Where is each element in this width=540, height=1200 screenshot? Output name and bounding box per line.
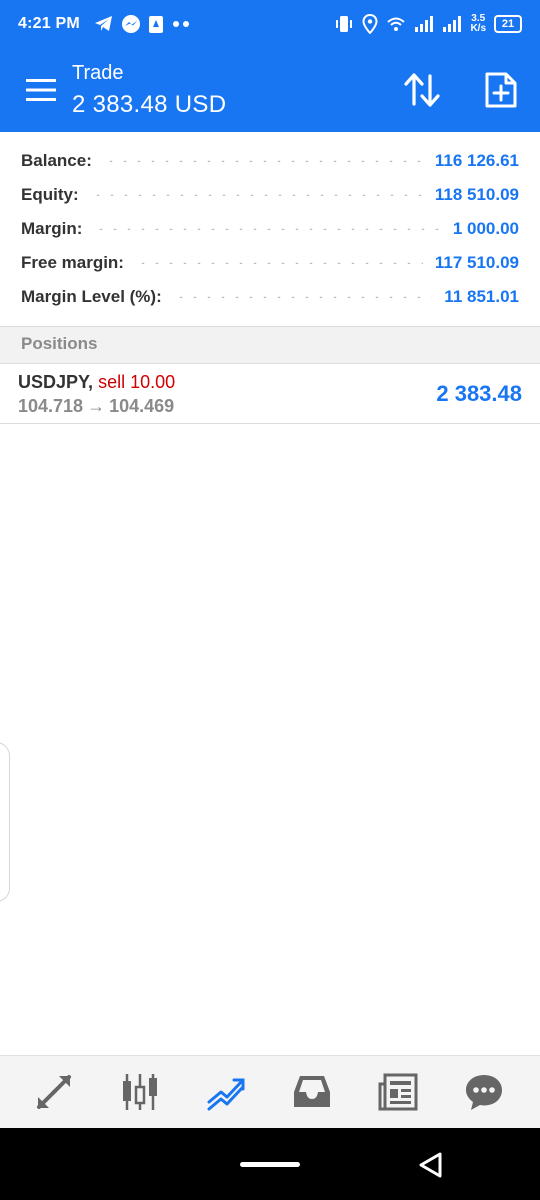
account-summary: Balance: 116 126.61 Equity: 118 510.09 M… bbox=[0, 144, 540, 314]
wifi-icon bbox=[387, 17, 406, 31]
open-price: 104.718 bbox=[18, 396, 84, 416]
summary-value: 116 126.61 bbox=[434, 151, 519, 170]
inbox-history-icon bbox=[294, 1076, 330, 1107]
vibrate-icon bbox=[336, 16, 353, 32]
summary-label: Balance: bbox=[21, 151, 92, 170]
position-profit: 2 383.48 bbox=[436, 381, 522, 406]
chat-bubble-icon bbox=[466, 1075, 502, 1110]
location-icon bbox=[362, 14, 378, 34]
nav-chat[interactable] bbox=[464, 1072, 504, 1112]
messenger-icon bbox=[121, 15, 140, 33]
summary-value: 1 000.00 bbox=[452, 219, 519, 238]
toolbar-amount: 2 383.48 USD bbox=[72, 91, 227, 118]
position-side-volume: sell 10.00 bbox=[98, 372, 176, 392]
price-arrow: → bbox=[87, 396, 106, 416]
position-title: USDJPY, sell 10.00 bbox=[18, 372, 175, 393]
summary-row-free-margin: Free margin: 117 510.09 bbox=[0, 246, 540, 280]
summary-row-margin-level: Margin Level (%): 11 851.01 bbox=[0, 280, 540, 314]
positions-section-header: Positions bbox=[0, 326, 540, 364]
telegram-icon bbox=[94, 16, 112, 31]
dotted-leader bbox=[103, 160, 423, 162]
dotted-leader bbox=[135, 262, 423, 264]
summary-row-equity: Equity: 118 510.09 bbox=[0, 178, 540, 212]
summary-row-margin: Margin: 1 000.00 bbox=[0, 212, 540, 246]
position-prices: 104.718 → 104.469 bbox=[18, 396, 174, 417]
summary-value: 11 851.01 bbox=[444, 287, 519, 306]
summary-value: 118 510.09 bbox=[434, 185, 519, 204]
summary-label: Equity: bbox=[21, 185, 79, 204]
position-row[interactable]: USDJPY, sell 10.00 104.718 → 104.469 2 383… bbox=[0, 364, 540, 424]
new-document-plus-icon[interactable] bbox=[484, 71, 518, 109]
battery-level: 21 bbox=[501, 18, 515, 30]
nav-history[interactable] bbox=[292, 1072, 332, 1112]
summary-row-balance: Balance: 116 126.61 bbox=[0, 144, 540, 178]
net-speed-unit: K/s bbox=[470, 23, 486, 34]
app-bar: 4:21 PM 3.5 K/s 21 Trade 2 383.48 USD bbox=[0, 0, 540, 132]
dotted-leader bbox=[173, 296, 433, 298]
nav-quotes[interactable] bbox=[34, 1072, 74, 1112]
system-navigation-bar bbox=[0, 1128, 540, 1200]
sort-arrows-icon[interactable] bbox=[402, 72, 442, 108]
nav-chart[interactable] bbox=[120, 1072, 160, 1112]
side-panel-handle[interactable] bbox=[0, 742, 10, 902]
toolbar-title: Trade bbox=[72, 62, 124, 84]
home-gesture-pill[interactable] bbox=[240, 1162, 300, 1167]
app-notification-icon bbox=[148, 16, 163, 33]
news-icon bbox=[378, 1073, 418, 1111]
dotted-leader bbox=[94, 228, 441, 230]
signal-icon bbox=[443, 16, 462, 32]
status-time: 4:21 PM bbox=[18, 15, 80, 32]
status-right-icons: 3.5 K/s 21 bbox=[334, 14, 522, 34]
summary-value: 117 510.09 bbox=[434, 253, 519, 272]
bottom-navigation bbox=[0, 1055, 540, 1128]
current-price: 104.469 bbox=[109, 396, 175, 416]
status-left-icons bbox=[94, 14, 191, 34]
battery-indicator: 21 bbox=[494, 15, 522, 33]
status-bar: 4:21 PM 3.5 K/s 21 bbox=[0, 0, 540, 48]
summary-label: Free margin: bbox=[21, 253, 124, 272]
more-dots-icon bbox=[172, 21, 189, 27]
quotes-arrows-icon bbox=[37, 1075, 71, 1109]
signal-icon bbox=[415, 16, 434, 32]
net-speed: 3.5 K/s bbox=[470, 14, 486, 34]
position-symbol: USDJPY, bbox=[18, 372, 94, 392]
summary-label: Margin Level (%): bbox=[21, 287, 162, 306]
dotted-leader bbox=[90, 194, 423, 196]
back-triangle-icon[interactable] bbox=[416, 1150, 446, 1180]
nav-trade[interactable] bbox=[206, 1072, 246, 1112]
nav-news[interactable] bbox=[378, 1072, 418, 1112]
summary-label: Margin: bbox=[21, 219, 83, 238]
candlestick-chart-icon bbox=[123, 1074, 157, 1110]
trade-trend-icon bbox=[207, 1078, 245, 1111]
hamburger-menu-icon[interactable] bbox=[26, 78, 56, 102]
